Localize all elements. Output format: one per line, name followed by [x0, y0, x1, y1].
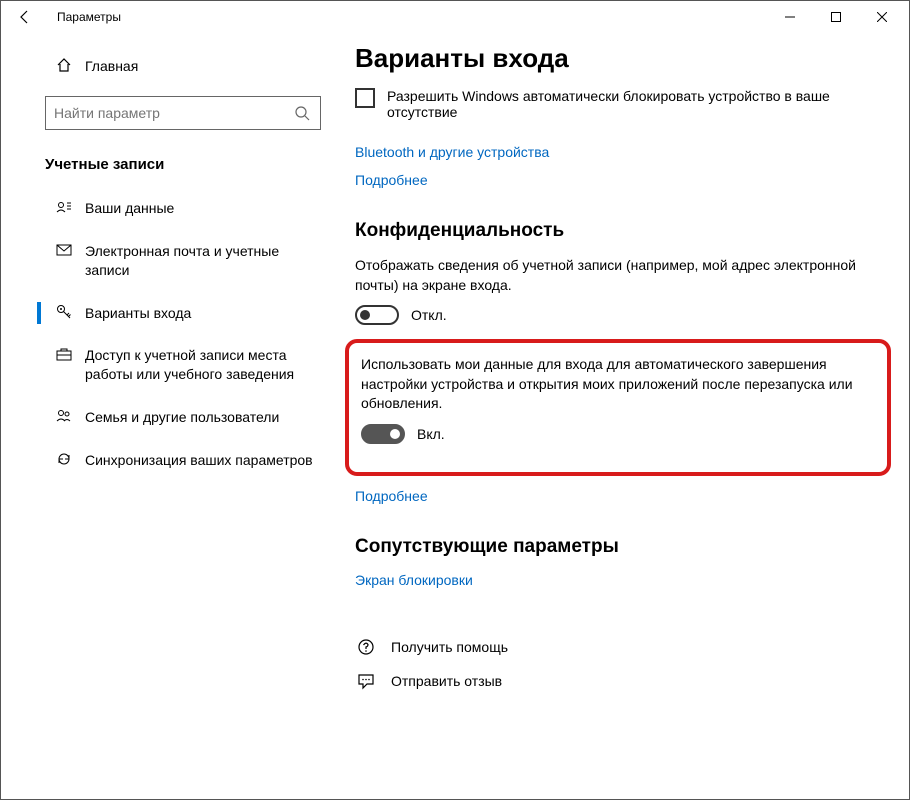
related-heading: Сопутствующие параметры — [355, 536, 881, 558]
highlight-box: Использовать мои данные для входа для ав… — [345, 339, 891, 476]
person-badge-icon — [55, 199, 73, 215]
search-icon — [292, 105, 312, 121]
back-button[interactable] — [5, 1, 45, 33]
help-icon — [355, 638, 377, 656]
auto-lock-row: Разрешить Windows автоматически блокиров… — [355, 88, 881, 120]
auto-lock-label: Разрешить Windows автоматически блокиров… — [387, 88, 881, 120]
search-box[interactable] — [45, 96, 321, 130]
autologin-toggle-row: Вкл. — [361, 424, 869, 444]
sync-icon — [55, 451, 73, 467]
more-link-1[interactable]: Подробнее — [355, 172, 881, 188]
sidebar-item-email-accounts[interactable]: Электронная почта и учетные записи — [1, 230, 341, 292]
sidebar-item-label: Варианты входа — [85, 304, 191, 323]
content-panel: Варианты входа Разрешить Windows автомат… — [341, 33, 909, 799]
briefcase-icon — [55, 346, 73, 362]
people-icon — [55, 408, 73, 424]
sidebar-item-label: Синхронизация ваших параметров — [85, 451, 313, 470]
sidebar-item-your-info[interactable]: Ваши данные — [1, 187, 341, 230]
privacy-toggle-row: Откл. — [355, 305, 881, 325]
show-account-toggle[interactable] — [355, 305, 399, 325]
window-title: Параметры — [57, 10, 121, 24]
sidebar-item-work-school[interactable]: Доступ к учетной записи места работы или… — [1, 334, 341, 396]
sidebar-item-family[interactable]: Семья и другие пользователи — [1, 396, 341, 439]
home-label: Главная — [85, 57, 138, 76]
category-heading: Учетные записи — [1, 138, 341, 187]
autologin-desc: Использовать мои данные для входа для ав… — [361, 355, 869, 414]
sidebar-item-label: Семья и другие пользователи — [85, 408, 279, 427]
feedback-icon — [355, 672, 377, 690]
sidebar: Главная Учетные записи Ваши данные Э — [1, 33, 341, 799]
get-help-link[interactable]: Получить помощь — [355, 630, 881, 664]
search-input[interactable] — [54, 105, 292, 121]
home-icon — [55, 57, 73, 73]
close-button[interactable] — [859, 1, 905, 33]
more-link-2[interactable]: Подробнее — [355, 488, 881, 504]
sidebar-item-label: Ваши данные — [85, 199, 174, 218]
feedback-label: Отправить отзыв — [391, 673, 502, 689]
titlebar: Параметры — [1, 1, 909, 33]
toggle-state-label: Откл. — [411, 307, 447, 323]
auto-lock-checkbox[interactable] — [355, 88, 375, 108]
get-help-label: Получить помощь — [391, 639, 508, 655]
sidebar-item-label: Доступ к учетной записи места работы или… — [85, 346, 321, 384]
privacy-heading: Конфиденциальность — [355, 220, 881, 242]
maximize-button[interactable] — [813, 1, 859, 33]
sidebar-item-label: Электронная почта и учетные записи — [85, 242, 321, 280]
lockscreen-link[interactable]: Экран блокировки — [355, 572, 881, 588]
sidebar-item-sync[interactable]: Синхронизация ваших параметров — [1, 439, 341, 482]
sidebar-item-signin-options[interactable]: Варианты входа — [1, 292, 341, 335]
mail-icon — [55, 242, 73, 258]
key-icon — [55, 304, 73, 320]
bluetooth-link[interactable]: Bluetooth и другие устройства — [355, 144, 881, 160]
autologin-toggle[interactable] — [361, 424, 405, 444]
body: Главная Учетные записи Ваши данные Э — [1, 33, 909, 799]
feedback-link[interactable]: Отправить отзыв — [355, 664, 881, 698]
home-link[interactable]: Главная — [1, 45, 341, 88]
minimize-button[interactable] — [767, 1, 813, 33]
page-title: Варианты входа — [355, 43, 881, 74]
privacy-desc: Отображать сведения об учетной записи (н… — [355, 256, 881, 295]
settings-window: Параметры Главная Учетные записи — [0, 0, 910, 800]
toggle-state-label: Вкл. — [417, 426, 445, 442]
